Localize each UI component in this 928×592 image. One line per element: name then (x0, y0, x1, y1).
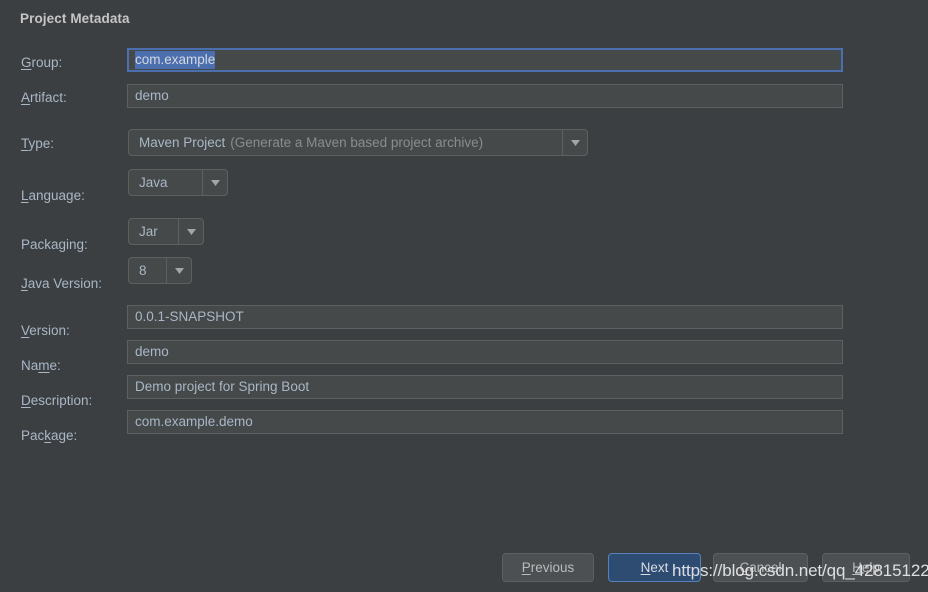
name-input[interactable]: demo (127, 340, 843, 364)
name-label: Name: (21, 357, 61, 373)
packaging-combobox[interactable]: Jar (128, 218, 204, 245)
type-label: Type: (21, 135, 55, 151)
type-combobox[interactable]: Maven Project (Generate a Maven based pr… (128, 129, 588, 156)
help-button[interactable]: Help (822, 553, 910, 582)
type-value-text: Maven Project (139, 135, 226, 150)
artifact-input[interactable]: demo (127, 84, 843, 108)
type-value-hint: (Generate a Maven based project archive) (230, 135, 484, 150)
chevron-down-icon[interactable] (178, 219, 203, 244)
package-label: Package: (21, 427, 78, 443)
artifact-label: Artifact: (21, 89, 67, 105)
java-version-label: Java Version: (21, 275, 103, 291)
type-combobox-value: Maven Project (Generate a Maven based pr… (129, 130, 562, 155)
version-input[interactable]: 0.0.1-SNAPSHOT (127, 305, 843, 329)
page-title: Project Metadata (20, 11, 130, 26)
project-metadata-dialog: Project Metadata Group: com.example Arti… (0, 0, 928, 592)
version-label: Version: (21, 322, 70, 338)
language-label: Language: (21, 187, 85, 203)
package-input[interactable]: com.example.demo (127, 410, 843, 434)
java-version-combobox-value: 8 (139, 263, 147, 278)
next-button[interactable]: Next (608, 553, 701, 582)
group-input-value: com.example (135, 51, 216, 69)
description-input-value: Demo project for Spring Boot (135, 379, 310, 394)
description-input[interactable]: Demo project for Spring Boot (127, 375, 843, 399)
chevron-down-icon[interactable] (202, 170, 227, 195)
description-label: Description: (21, 392, 93, 408)
package-input-value: com.example.demo (135, 414, 253, 429)
previous-button[interactable]: Previous (502, 553, 594, 582)
packaging-label: Packaging: (21, 236, 88, 252)
language-combobox-value: Java (139, 175, 168, 190)
chevron-down-icon[interactable] (562, 130, 587, 155)
cancel-button[interactable]: Cancel (713, 553, 808, 582)
language-combobox[interactable]: Java (128, 169, 228, 196)
packaging-combobox-value: Jar (139, 224, 158, 239)
group-label: Group: (21, 54, 63, 70)
version-input-value: 0.0.1-SNAPSHOT (135, 309, 244, 324)
java-version-combobox[interactable]: 8 (128, 257, 192, 284)
group-input[interactable]: com.example (127, 48, 843, 72)
chevron-down-icon[interactable] (166, 258, 191, 283)
name-input-value: demo (135, 344, 169, 359)
artifact-input-value: demo (135, 88, 169, 103)
